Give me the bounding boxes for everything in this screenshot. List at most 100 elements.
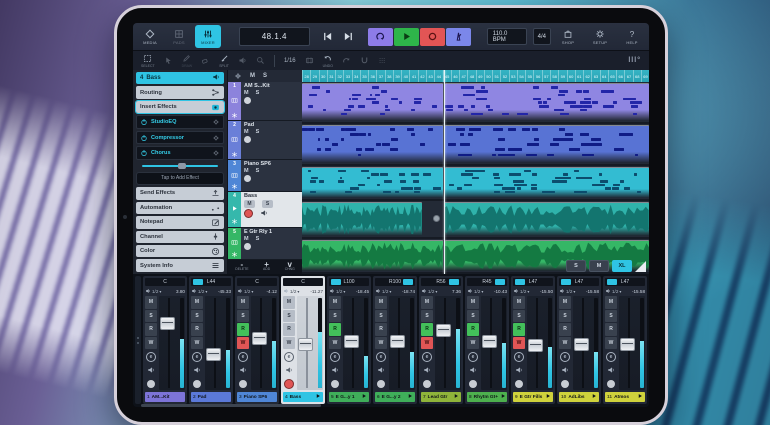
monitor-button[interactable]: [513, 364, 525, 377]
fader-handle[interactable]: [344, 335, 359, 348]
record-enable-button[interactable]: R: [559, 323, 571, 336]
pointer-tool[interactable]: [164, 54, 173, 68]
mixer-strip-2[interactable]: L441/2▾-45.33MSRWe2Pad: [189, 276, 233, 404]
mixer-scrollbar[interactable]: [141, 404, 321, 407]
strip-name-label[interactable]: 8Rhytm Gt+: [467, 392, 507, 402]
time-position-display[interactable]: 48.1.4: [239, 27, 310, 46]
pan-control[interactable]: C: [283, 278, 323, 286]
inspector-item-send-effects[interactable]: Send Effects: [136, 187, 224, 199]
solo-button[interactable]: S: [329, 310, 341, 323]
track-mute-button[interactable]: M: [244, 236, 249, 242]
loop-range-tool[interactable]: [305, 54, 314, 68]
clip-segment[interactable]: [445, 167, 649, 198]
output-routing[interactable]: 1/2▾-15.58: [559, 287, 599, 295]
clip-segment[interactable]: [445, 125, 649, 163]
clip-segment[interactable]: [302, 240, 443, 271]
mute-button[interactable]: M: [329, 296, 341, 309]
record-enable-button[interactable]: R: [329, 323, 341, 336]
record-button[interactable]: [283, 377, 295, 390]
timeline-ruler[interactable]: 2829303132333435363738394041424344454647…: [302, 70, 649, 82]
clip-segment[interactable]: [445, 83, 649, 121]
cycle-button[interactable]: [368, 28, 393, 46]
select-tool[interactable]: SELECT: [141, 54, 155, 68]
record-enable-button[interactable]: R: [237, 323, 249, 336]
solo-button[interactable]: S: [605, 310, 617, 323]
skip-forward-button[interactable]: [343, 31, 354, 42]
output-routing[interactable]: 1/2▾-15.50: [513, 287, 553, 295]
record-button[interactable]: [559, 377, 571, 390]
solo-button[interactable]: S: [513, 310, 525, 323]
solo-button[interactable]: S: [559, 310, 571, 323]
output-routing[interactable]: 1/2▾3.80: [145, 287, 185, 295]
eq-button[interactable]: e: [145, 350, 157, 363]
solo-button[interactable]: S: [191, 310, 203, 323]
mixer-strip-4[interactable]: C1/2▾-11.27MSRWe4Bass: [281, 276, 325, 404]
mixer-strip-11[interactable]: L471/2▾-15.58MSRWe11Atmos: [603, 276, 647, 404]
draw-tool[interactable]: DRAW: [182, 54, 193, 68]
metronome-button[interactable]: [446, 28, 471, 46]
output-routing[interactable]: 1/2▾-18.74: [375, 287, 415, 295]
arrange-lane-2[interactable]: [302, 166, 649, 201]
strip-name-label[interactable]: 11Atmos: [605, 392, 645, 402]
mixer-drag-handle[interactable]: [135, 276, 141, 404]
record-enable-button[interactable]: R: [421, 323, 433, 336]
eq-button[interactable]: e: [283, 350, 295, 363]
mute-button[interactable]: M: [375, 296, 387, 309]
clip-segment[interactable]: [302, 202, 422, 236]
write-automation-button[interactable]: W: [191, 337, 203, 350]
fader-handle[interactable]: [620, 338, 635, 351]
fader-handle[interactable]: [298, 338, 313, 351]
record-button[interactable]: [420, 28, 445, 46]
track-mute-button[interactable]: M: [244, 168, 249, 174]
arrange-lane-3[interactable]: [302, 201, 649, 239]
skip-back-button[interactable]: [322, 31, 333, 42]
record-button[interactable]: [513, 377, 525, 390]
write-automation-button[interactable]: W: [145, 337, 157, 350]
mute-button[interactable]: M: [421, 296, 433, 309]
solo-button[interactable]: S: [283, 310, 295, 323]
mixer-strip-9[interactable]: L471/2▾-15.50MSRWe9E Gtr Fills: [511, 276, 555, 404]
snap-tool[interactable]: [360, 54, 369, 68]
arrange-lane-1[interactable]: [302, 124, 649, 166]
clip-segment[interactable]: [302, 83, 443, 121]
track-row-am-s-kit[interactable]: 1AM S...KitMS: [228, 82, 302, 121]
write-automation-button[interactable]: W: [559, 337, 571, 350]
track-solo-button[interactable]: S: [256, 129, 260, 135]
track-solo-button[interactable]: S: [262, 200, 273, 208]
output-routing[interactable]: 1/2▾7.36: [421, 287, 461, 295]
record-button[interactable]: [467, 377, 479, 390]
solo-button[interactable]: S: [467, 310, 479, 323]
pan-control[interactable]: L100: [329, 278, 369, 286]
track-record-button[interactable]: [244, 136, 251, 143]
record-enable-button[interactable]: R: [283, 323, 295, 336]
solo-button[interactable]: S: [237, 310, 249, 323]
insert-effect-slot-chorus[interactable]: Chorus: [136, 146, 224, 160]
track-solo-button[interactable]: S: [256, 90, 260, 96]
inspector-item-automation[interactable]: Automation: [136, 202, 224, 214]
write-automation-button[interactable]: W: [513, 337, 525, 350]
monitor-button[interactable]: [467, 364, 479, 377]
strip-name-label[interactable]: 4Bass: [283, 392, 323, 402]
effect-mix-slider[interactable]: [136, 162, 224, 170]
mute-button[interactable]: M: [191, 296, 203, 309]
write-automation-button[interactable]: W: [467, 337, 479, 350]
undo-tool[interactable]: UNDO: [323, 54, 333, 68]
output-routing[interactable]: 1/2▾-15.58: [605, 287, 645, 295]
eq-button[interactable]: e: [559, 350, 571, 363]
inspector-item-system-info[interactable]: System Info: [136, 259, 224, 271]
eq-button[interactable]: e: [329, 350, 341, 363]
strip-name-label[interactable]: 3Piano SP6: [237, 392, 277, 402]
mixer-strip-7[interactable]: R561/2▾7.36MSRWe7Lead Gtr: [419, 276, 463, 404]
monitor-button[interactable]: [237, 364, 249, 377]
record-enable-button[interactable]: R: [145, 323, 157, 336]
record-button[interactable]: [375, 377, 387, 390]
slider-knob[interactable]: [178, 163, 186, 169]
mute-button[interactable]: M: [283, 296, 295, 309]
fader-handle[interactable]: [528, 339, 543, 352]
record-button[interactable]: [329, 377, 341, 390]
solo-button[interactable]: S: [375, 310, 387, 323]
inspector-track-header[interactable]: 4Bass: [136, 72, 224, 84]
clip-segment[interactable]: [302, 167, 443, 198]
header-mute-label[interactable]: M: [250, 73, 255, 79]
pads-button[interactable]: PADS: [166, 25, 192, 48]
